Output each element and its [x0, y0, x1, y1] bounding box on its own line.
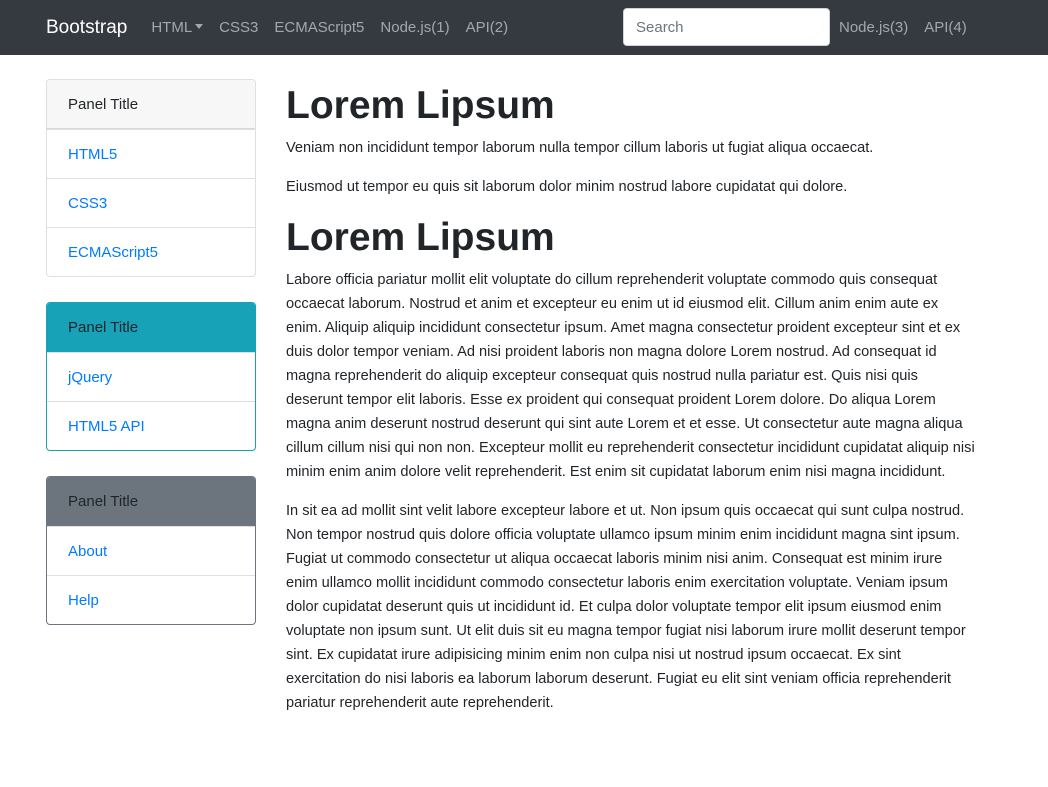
search-input[interactable] [623, 8, 830, 46]
nav-link-api-2[interactable]: API(2) [466, 19, 509, 36]
paragraph-3: Labore officia pariatur mollit elit volu… [286, 272, 975, 480]
panel-item-css3[interactable]: CSS3 [47, 178, 255, 227]
navbar: Bootstrap HTML CSS3 ECMAScript5 Node.js(… [0, 0, 1048, 55]
nav-link-nodejs-3[interactable]: Node.js(3) [839, 19, 908, 36]
nav-link-ecmascript5[interactable]: ECMAScript5 [274, 19, 364, 36]
nav-link-nodejs-1[interactable]: Node.js(1) [380, 19, 449, 36]
panel-title: Panel Title [47, 477, 255, 526]
nav-link-api-4[interactable]: API(4) [924, 19, 967, 36]
nav-link-css3[interactable]: CSS3 [219, 19, 258, 36]
panel-secondary: Panel Title About Help [46, 476, 256, 625]
navbar-right: Node.js(3) API(4) [839, 0, 983, 55]
heading-1: Lorem Lipsum [286, 84, 555, 127]
caret-down-icon [195, 24, 204, 29]
panel-info: Panel Title jQuery HTML5 API [46, 302, 256, 451]
panel-item-ecmascript5[interactable]: ECMAScript5 [47, 227, 255, 276]
panel-item-jquery[interactable]: jQuery [47, 352, 255, 401]
paragraph-1: Veniam non incididunt tempor laborum nul… [286, 140, 874, 156]
panel-item-html5[interactable]: HTML5 [47, 129, 255, 178]
panel-item-html5-api[interactable]: HTML5 API [47, 401, 255, 450]
nav-link-label: HTML [151, 19, 193, 36]
paragraph-4: In sit ea ad mollit sint velit labore ex… [286, 503, 966, 711]
panel-item-about[interactable]: About [47, 526, 255, 575]
panel-item-help[interactable]: Help [47, 575, 255, 624]
panel-default: Panel Title HTML5 CSS3 ECMAScript5 [46, 79, 256, 277]
nav-link-html-dropdown[interactable]: HTML [151, 19, 204, 36]
panel-title: Panel Title [47, 80, 255, 129]
panel-title: Panel Title [47, 303, 255, 352]
paragraph-2: Eiusmod ut tempor eu quis sit laborum do… [286, 179, 848, 195]
main-content: Lorem Lipsum Veniam non incididunt tempo… [286, 80, 976, 730]
sidebar: Panel Title HTML5 CSS3 ECMAScript5 Panel… [46, 79, 256, 650]
navbar-brand[interactable]: Bootstrap [46, 17, 127, 39]
heading-2: Lorem Lipsum [286, 216, 555, 259]
